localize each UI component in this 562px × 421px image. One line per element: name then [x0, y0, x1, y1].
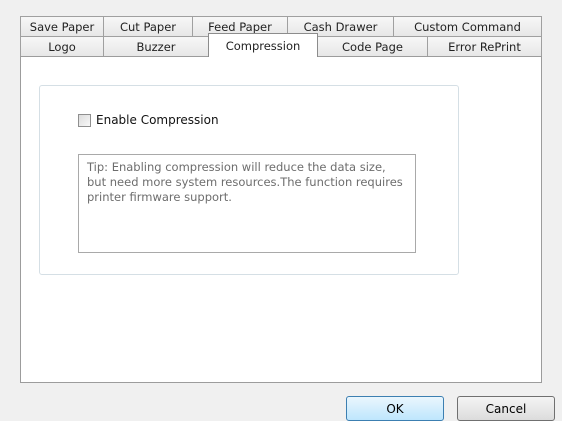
tab-buzzer[interactable]: Buzzer	[103, 36, 209, 57]
tab-logo[interactable]: Logo	[20, 36, 104, 57]
enable-compression-label[interactable]: Enable Compression	[96, 113, 219, 127]
enable-compression-checkbox[interactable]	[78, 113, 91, 127]
enable-compression-row[interactable]: Enable Compression	[78, 113, 219, 127]
tab-code-page[interactable]: Code Page	[317, 36, 428, 57]
printer-settings-dialog: Save Paper Cut Paper Feed Paper Cash Dra…	[0, 0, 562, 421]
ok-button[interactable]: OK	[346, 396, 444, 421]
tab-compression[interactable]: Compression	[208, 33, 318, 57]
tab-custom-command[interactable]: Custom Command	[393, 16, 542, 37]
tab-error-reprint[interactable]: Error RePrint	[427, 36, 542, 57]
cancel-button[interactable]: Cancel	[457, 396, 555, 421]
compression-tab-panel: Enable Compression Tip: Enabling compres…	[20, 56, 542, 383]
tab-row-bottom: Logo Buzzer Compression Code Page Error …	[20, 33, 542, 57]
tip-textbox[interactable]: Tip: Enabling compression will reduce th…	[78, 154, 416, 253]
tab-save-paper[interactable]: Save Paper	[20, 16, 104, 37]
tab-cut-paper[interactable]: Cut Paper	[103, 16, 193, 37]
compression-group-box: Enable Compression Tip: Enabling compres…	[39, 85, 459, 275]
